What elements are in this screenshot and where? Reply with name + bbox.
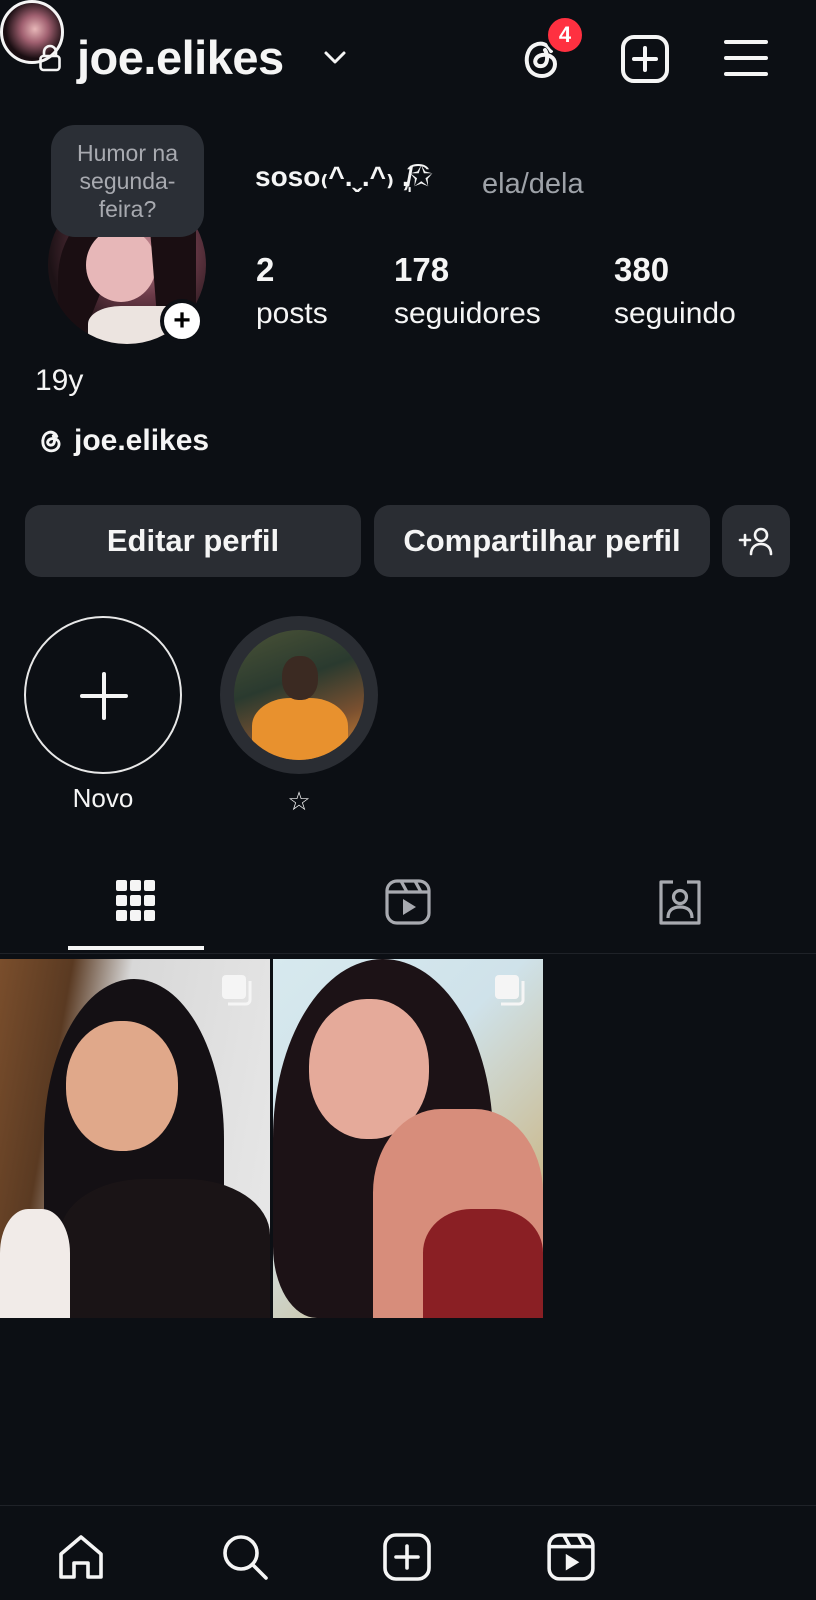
tagged-icon	[659, 880, 701, 925]
share-profile-button[interactable]: Compartilhar perfil	[374, 505, 710, 577]
reels-icon	[385, 879, 431, 925]
menu-icon[interactable]	[723, 36, 769, 80]
full-name: soso₍^.ˬ.^₎ ,̸̩͡✩	[255, 161, 434, 192]
nav-home[interactable]	[54, 1530, 108, 1584]
cover-figure-head	[282, 656, 318, 700]
create-icon	[383, 1533, 431, 1581]
add-story-plus-icon[interactable]: +	[160, 299, 204, 343]
create-post-icon[interactable]	[619, 33, 671, 85]
stat-followers[interactable]: 178 seguidores	[394, 250, 541, 334]
divider	[0, 953, 816, 954]
stat-label: seguindo	[614, 297, 736, 330]
add-person-icon	[738, 527, 773, 556]
search-icon	[223, 1535, 268, 1580]
pronouns: ela/dela	[482, 168, 584, 200]
lock-icon	[39, 44, 61, 72]
divider	[0, 1505, 816, 1506]
tab-tagged[interactable]	[544, 872, 816, 950]
edit-profile-button[interactable]: Editar perfil	[25, 505, 361, 577]
highlight-item[interactable]	[220, 616, 378, 774]
chevron-down-icon[interactable]	[322, 46, 348, 68]
highlight-label: ☆	[287, 786, 311, 816]
bio-text: 19y	[35, 364, 84, 397]
reels-icon	[547, 1533, 595, 1581]
post-clothing	[60, 1179, 270, 1318]
stat-label: seguidores	[394, 297, 541, 330]
new-highlight-button[interactable]	[24, 616, 182, 774]
highlight-cover	[234, 630, 364, 760]
stat-posts[interactable]: 2 posts	[256, 250, 328, 334]
cover-figure-body	[252, 698, 348, 760]
nav-reels[interactable]	[544, 1530, 598, 1584]
stat-label: posts	[256, 297, 328, 330]
post-thumbnail[interactable]	[0, 959, 270, 1318]
stat-value: 178	[394, 251, 450, 288]
threads-profile-link[interactable]: joe.elikes	[36, 424, 209, 458]
nav-search[interactable]	[218, 1530, 272, 1584]
carousel-icon	[222, 975, 252, 1006]
account-switcher-username[interactable]: joe.elikes	[77, 30, 284, 85]
avatar-face	[86, 228, 156, 302]
post-clothing	[423, 1209, 543, 1318]
plus-icon	[80, 672, 128, 720]
active-tab-indicator	[68, 946, 204, 950]
profile-page: joe.elikes 4 + Humor na segunda-feira? s…	[0, 0, 816, 1600]
stat-value: 380	[614, 251, 670, 288]
tab-reels[interactable]	[272, 872, 544, 950]
discover-people-button[interactable]	[722, 505, 790, 577]
profile-note[interactable]: Humor na segunda-feira?	[51, 125, 204, 237]
highlight-label: Novo	[72, 783, 134, 813]
home-icon	[59, 1535, 103, 1579]
nav-create[interactable]	[380, 1530, 434, 1584]
threads-handle: joe.elikes	[74, 424, 210, 457]
notification-badge: 4	[545, 15, 585, 55]
post-thumbnail[interactable]	[273, 959, 543, 1318]
threads-icon	[41, 430, 61, 453]
grid-icon	[116, 880, 155, 921]
stat-value: 2	[256, 251, 275, 288]
post-background-cloth	[0, 1209, 70, 1318]
stat-following[interactable]: 380 seguindo	[614, 250, 736, 334]
post-face	[66, 1021, 178, 1151]
tab-posts-grid[interactable]	[0, 872, 272, 950]
top-bar: joe.elikes 4	[0, 0, 816, 120]
carousel-icon	[495, 975, 525, 1006]
